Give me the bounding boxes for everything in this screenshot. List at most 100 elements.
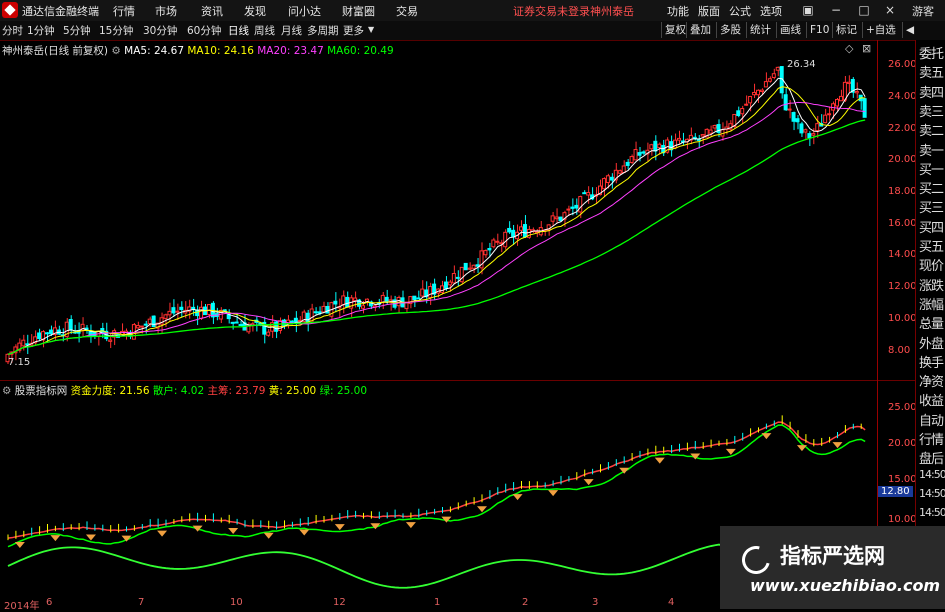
settings-icon[interactable]: ⚙ <box>2 385 11 397</box>
settings-icon[interactable]: ⚙ <box>111 45 120 57</box>
side-panel-item: 涨幅 <box>919 297 944 313</box>
tab-intraday[interactable]: 分时 <box>2 23 23 38</box>
menu-function[interactable]: 功能 <box>667 3 689 19</box>
tab-30min[interactable]: 30分钟 <box>143 23 177 38</box>
y-tick: 16.00 <box>888 218 917 229</box>
collapse-panel-button[interactable]: ◀ <box>902 22 917 38</box>
signal-marker <box>761 433 772 440</box>
candle-body <box>68 319 73 331</box>
menu-options[interactable]: 选项 <box>760 3 782 19</box>
minimize-icon[interactable]: − <box>827 1 845 19</box>
multi-stock-button[interactable]: 多股 <box>716 22 744 38</box>
tab-15min[interactable]: 15分钟 <box>99 23 133 38</box>
candle-body <box>570 206 575 209</box>
tab-daily[interactable]: 日线 <box>228 23 249 38</box>
menu-market[interactable]: 市场 <box>155 3 177 19</box>
close-icon[interactable]: × <box>881 1 899 19</box>
candle-body <box>771 73 776 78</box>
signal-marker <box>548 490 559 497</box>
signal-marker <box>263 532 274 539</box>
menu-formula[interactable]: 公式 <box>729 3 751 19</box>
side-panel-item[interactable]: 行情 <box>919 429 944 448</box>
watermark-title: 指标严选网 <box>780 544 885 568</box>
ma5-label: MA5: 24.67 <box>124 45 184 57</box>
candle-body <box>45 332 49 335</box>
candle-body <box>700 134 705 137</box>
stock-title: 神州泰岳(日线 前复权) <box>2 45 109 57</box>
side-panel-item: 14:50 <box>919 486 945 500</box>
quote-side-panel: 委托 卖五 卖四 卖三 卖二 卖一 买一 买二 买三 买四 买五 现价 涨跌 涨幅 总量 外盘 换手 净资 收益 自动… <box>915 40 945 609</box>
overlay-button[interactable]: 叠加 <box>686 22 714 38</box>
candle-body <box>380 294 385 303</box>
candle-body <box>736 110 741 117</box>
side-panel-item: 卖三 <box>919 104 944 120</box>
candle-body <box>609 176 614 181</box>
side-panel-item: 卖四 <box>919 85 944 101</box>
candle-body <box>854 90 859 94</box>
side-panel-item: 外盘 <box>919 336 944 352</box>
signal-marker <box>796 445 807 452</box>
add-watchlist-button[interactable]: +自选 <box>862 22 899 38</box>
maximize-icon[interactable]: □ <box>855 1 873 19</box>
menu-news[interactable]: 资讯 <box>201 3 223 19</box>
candle-body <box>815 123 820 132</box>
candle-body <box>416 297 421 300</box>
retail-label: 散户: 4.02 <box>152 385 205 397</box>
menu-discover[interactable]: 发现 <box>244 3 266 19</box>
candle-body <box>179 306 184 311</box>
menu-quotes[interactable]: 行情 <box>113 3 135 19</box>
skin-icon[interactable]: ▣ <box>799 1 817 19</box>
candle-body <box>321 305 326 313</box>
stats-button[interactable]: 统计 <box>746 22 774 38</box>
side-panel-item: 卖二 <box>919 124 944 140</box>
x-label: 7 <box>138 597 145 608</box>
f10-button[interactable]: F10 <box>806 22 832 38</box>
signal-marker <box>654 457 665 464</box>
kline-chart[interactable] <box>0 40 877 380</box>
candle-body <box>163 314 168 319</box>
signal-marker <box>85 534 96 541</box>
candle-body <box>838 95 843 102</box>
candle-body <box>361 305 365 309</box>
tab-60min[interactable]: 60分钟 <box>187 23 221 38</box>
candle-body <box>238 324 243 327</box>
candle-body <box>787 108 792 111</box>
chevron-down-icon[interactable]: ▼ <box>368 25 374 34</box>
side-panel-item: 净资 <box>919 375 944 391</box>
close-pane-icon[interactable]: ⊠ <box>862 42 871 55</box>
candle-body <box>455 276 460 279</box>
candle-body <box>467 267 472 270</box>
draw-line-button[interactable]: 画线 <box>776 22 804 38</box>
y-tick: 8.00 <box>888 345 911 356</box>
tab-1min[interactable]: 1分钟 <box>27 23 55 38</box>
candle-body <box>48 329 53 335</box>
candle-body <box>653 140 658 152</box>
x-label: 3 <box>592 597 599 608</box>
candle-body <box>487 247 492 251</box>
candle-body <box>783 94 788 111</box>
diamond-icon[interactable]: ◇ <box>845 42 853 55</box>
tab-multi-period[interactable]: 多周期 <box>307 23 339 38</box>
adjust-button[interactable]: 复权 <box>661 22 689 38</box>
menu-ask-xiaoda[interactable]: 问小达 <box>288 3 321 19</box>
login-status[interactable]: 证券交易未登录 <box>513 3 590 19</box>
tab-monthly[interactable]: 月线 <box>281 23 302 38</box>
menu-layout[interactable]: 版面 <box>698 3 720 19</box>
side-panel-item: 委托 <box>919 47 944 62</box>
tab-5min[interactable]: 5分钟 <box>63 23 91 38</box>
side-panel-item[interactable]: 盘后 <box>919 448 944 467</box>
tab-more[interactable]: 更多 <box>343 23 364 38</box>
candle-body <box>37 332 42 340</box>
side-panel-item[interactable]: 自动 <box>919 410 944 429</box>
signal-marker <box>725 448 736 455</box>
candle-body <box>835 98 839 107</box>
candle-body <box>522 224 527 238</box>
menu-wealth-circle[interactable]: 财富圈 <box>342 3 375 19</box>
guest-label[interactable]: 游客 <box>912 3 934 19</box>
tab-weekly[interactable]: 周线 <box>254 23 275 38</box>
candle-body <box>712 125 717 129</box>
menu-trade[interactable]: 交易 <box>396 3 418 19</box>
mark-button[interactable]: 标记 <box>832 22 860 38</box>
candle-body <box>499 242 504 245</box>
x-label: 1 <box>434 597 441 608</box>
